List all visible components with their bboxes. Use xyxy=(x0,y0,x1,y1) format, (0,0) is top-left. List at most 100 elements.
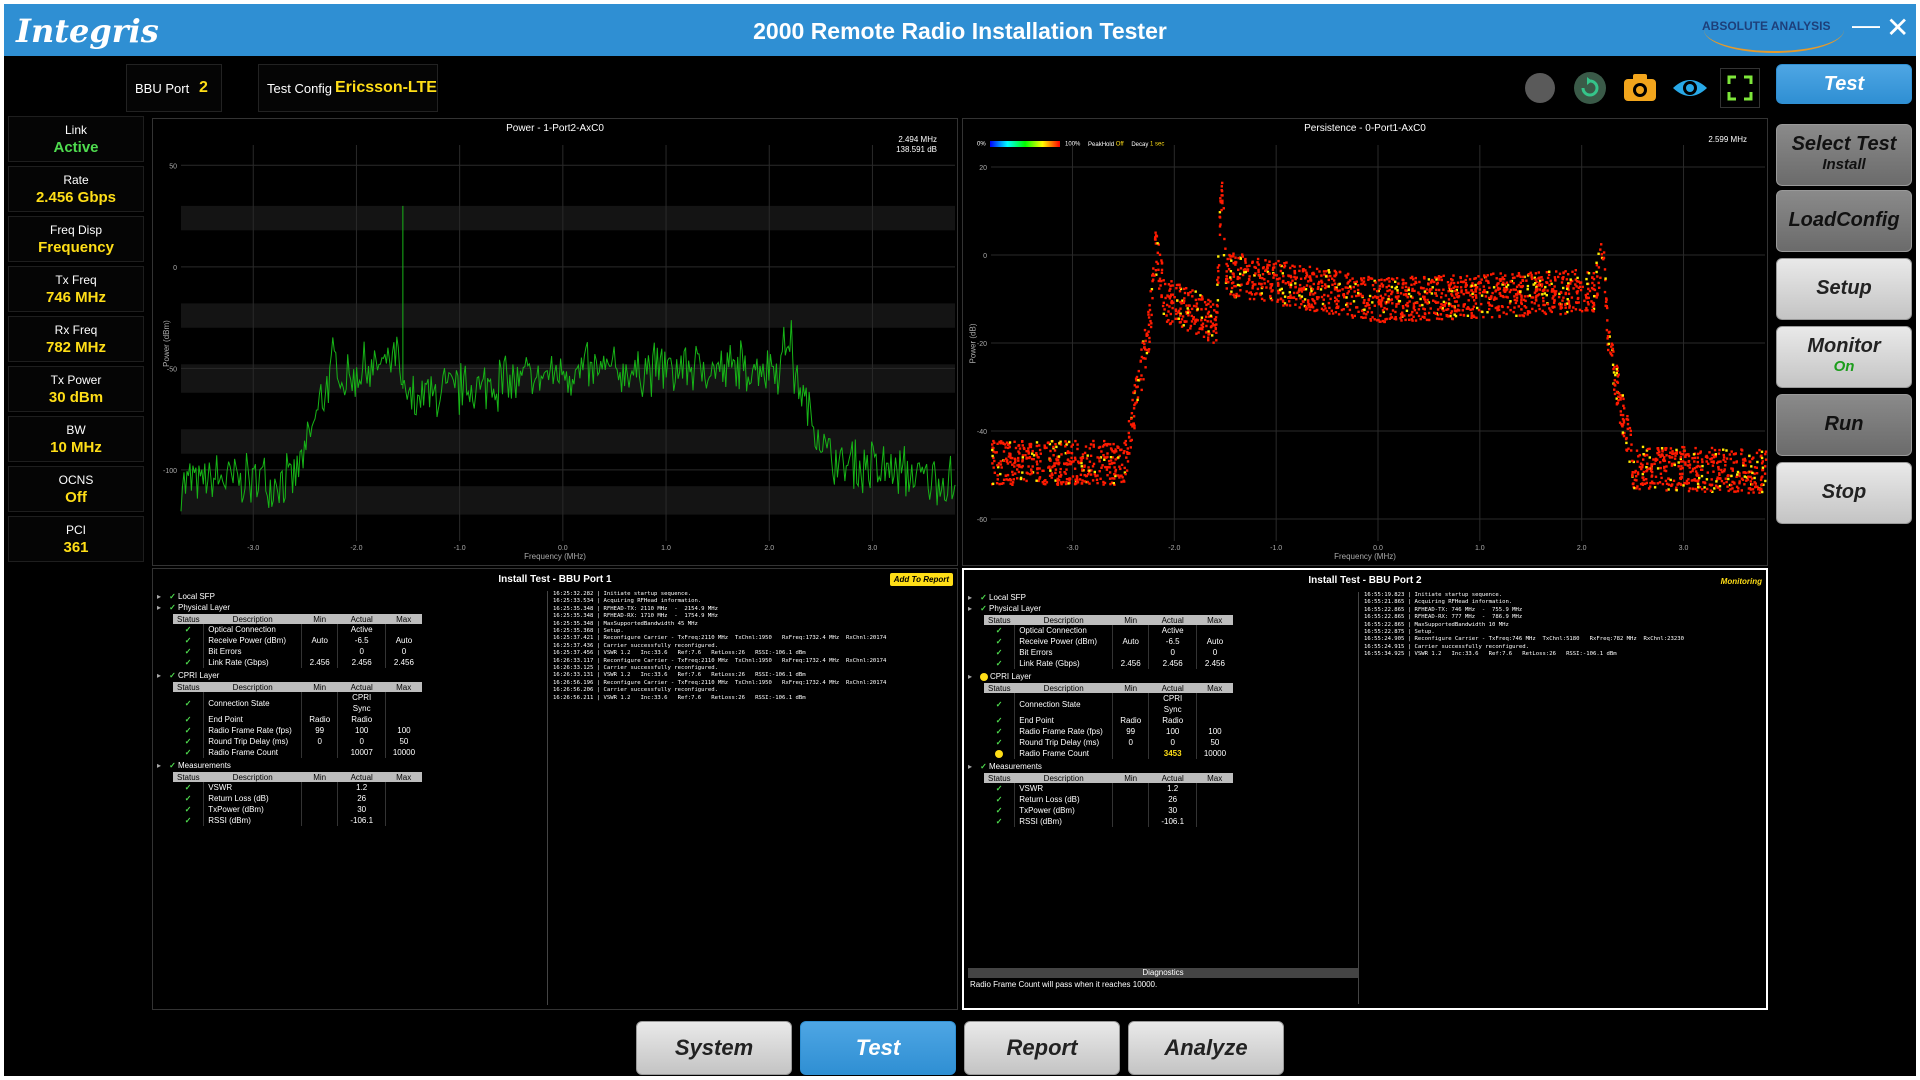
persistence-point xyxy=(1364,283,1367,286)
row-max xyxy=(1196,805,1233,816)
tab-analyze[interactable]: Analyze xyxy=(1128,1021,1284,1075)
persistence-point xyxy=(1558,303,1561,306)
persistence-point xyxy=(1691,487,1694,490)
persistence-point xyxy=(1147,330,1150,333)
test-config-box[interactable]: Test Config Ericsson-LTE xyxy=(258,64,438,112)
expand-arrow-icon[interactable]: ▸ xyxy=(157,670,167,681)
pass-check-icon: ✓ xyxy=(995,806,1003,815)
persistence-point xyxy=(1441,304,1445,307)
persistence-point xyxy=(1266,267,1269,270)
x-tick-label: 0.0 xyxy=(558,545,568,552)
menu-button-stop[interactable]: Stop xyxy=(1776,462,1912,524)
minimize-icon[interactable]: — xyxy=(1852,10,1880,40)
persistence-point xyxy=(1730,483,1733,487)
persistence-point xyxy=(1005,457,1008,460)
menu-button-monitor[interactable]: Monitor On xyxy=(1776,326,1912,388)
persistence-point xyxy=(1284,282,1287,285)
persistence-point xyxy=(1130,412,1134,415)
eye-icon[interactable] xyxy=(1670,68,1710,108)
tab-test[interactable]: Test xyxy=(800,1021,956,1075)
power-chart-panel[interactable]: Power - 1-Port2-AxC0 2.494 MHz 138.591 d… xyxy=(152,118,958,566)
expand-arrow-icon[interactable]: ▸ xyxy=(968,603,978,614)
tree-node[interactable]: ▸ ✓ Physical Layer xyxy=(157,602,477,613)
tree-node[interactable]: ▸ ✓ Local SFP xyxy=(157,591,477,602)
row-status: ✓ xyxy=(984,647,1015,658)
persistence-point xyxy=(1252,297,1256,301)
persistence-point xyxy=(1087,466,1090,469)
tree-node-label: Measurements xyxy=(989,762,1042,771)
persistence-point xyxy=(1469,294,1472,297)
persistence-point xyxy=(1680,465,1683,468)
expand-arrow-icon[interactable]: ▸ xyxy=(157,602,167,613)
pass-check-icon: ✓ xyxy=(184,625,192,634)
tree-node[interactable]: ▸ ✓ Local SFP xyxy=(968,592,1288,603)
expand-arrow-icon[interactable]: ▸ xyxy=(968,761,978,772)
persistence-point xyxy=(1536,294,1539,297)
persistence-point xyxy=(1007,446,1010,450)
persistence-point xyxy=(1223,237,1226,241)
table-row: ✓ Link Rate (Gbps) 2.456 2.456 2.456 xyxy=(984,658,1233,669)
add-to-report-button[interactable]: Add To Report xyxy=(889,573,953,586)
menu-button-setup[interactable]: Setup xyxy=(1776,258,1912,320)
menu-button-select-test[interactable]: Select Test Install xyxy=(1776,124,1912,186)
persistence-point xyxy=(1397,282,1400,285)
persistence-point xyxy=(1350,295,1354,298)
persistence-point xyxy=(1579,288,1583,292)
persistence-point xyxy=(1595,264,1599,267)
bbu-port-box[interactable]: BBU Port 2 xyxy=(126,64,222,112)
persistence-point xyxy=(1251,284,1255,288)
table-row: Radio Frame Count 3453 10000 xyxy=(984,748,1233,759)
row-description: Connection State xyxy=(1014,693,1113,715)
persistence-point xyxy=(1152,267,1155,270)
expand-arrow-icon[interactable]: ▸ xyxy=(157,760,167,771)
persistence-point xyxy=(1412,278,1415,281)
tree-node[interactable]: ▸ ✓ Measurements xyxy=(157,760,477,771)
persistence-point xyxy=(1467,307,1470,310)
tree-node[interactable]: ▸ ✓ Physical Layer xyxy=(968,603,1288,614)
persistence-point xyxy=(1063,462,1066,465)
persistence-point xyxy=(1017,444,1021,447)
menu-button-test[interactable]: Test xyxy=(1776,64,1912,104)
expand-arrow-icon[interactable]: ▸ xyxy=(157,591,167,602)
persistence-point xyxy=(1442,300,1446,304)
persistence-point xyxy=(1220,194,1223,197)
persistence-chart-panel[interactable]: Persistence - 0-Port1-AxC0 0% 100% PeakH… xyxy=(962,118,1768,566)
persistence-point xyxy=(1546,289,1549,292)
camera-icon[interactable] xyxy=(1620,68,1660,108)
persistence-point xyxy=(1089,473,1093,476)
persistence-point xyxy=(1452,274,1455,277)
persistence-point xyxy=(1466,314,1470,317)
tab-system[interactable]: System xyxy=(636,1021,792,1075)
tree-node[interactable]: ▸ CPRI Layer xyxy=(968,671,1288,682)
fullscreen-icon[interactable] xyxy=(1720,68,1760,108)
persistence-point xyxy=(1718,485,1722,488)
status-label: BW xyxy=(66,423,86,437)
power-chart-plot: -3.0 -2.0 -1.0 0.0 1.0 2.0 3.0500-50-100 xyxy=(163,145,956,552)
persistence-point xyxy=(1549,279,1552,282)
persistence-point xyxy=(1054,471,1057,475)
close-icon[interactable]: ✕ xyxy=(1886,13,1909,43)
record-circle-icon[interactable] xyxy=(1520,68,1560,108)
menu-button-run[interactable]: Run xyxy=(1776,394,1912,456)
persistence-point xyxy=(1710,457,1714,460)
persistence-point xyxy=(1597,281,1600,285)
expand-arrow-icon[interactable]: ▸ xyxy=(968,671,978,682)
tab-report[interactable]: Report xyxy=(964,1021,1120,1075)
persistence-point xyxy=(1383,279,1386,282)
tree-node[interactable]: ▸ ✓ Measurements xyxy=(968,761,1288,772)
persistence-point xyxy=(1406,296,1409,299)
persistence-point xyxy=(1696,452,1700,456)
persistence-point xyxy=(1316,297,1319,301)
persistence-point xyxy=(1735,461,1738,464)
expand-arrow-icon[interactable]: ▸ xyxy=(968,592,978,603)
row-description: Radio Frame Count xyxy=(1014,748,1113,759)
persistence-point xyxy=(1662,458,1666,461)
row-status: ✓ xyxy=(173,624,204,635)
tree-node[interactable]: ▸ ✓ CPRI Layer xyxy=(157,670,477,681)
persistence-point xyxy=(1225,270,1228,273)
persistence-point xyxy=(1206,320,1209,323)
menu-button-loadconfig[interactable]: LoadConfig xyxy=(1776,190,1912,252)
persistence-point xyxy=(1688,487,1691,490)
refresh-icon[interactable] xyxy=(1570,68,1610,108)
persistence-point xyxy=(1357,291,1360,295)
